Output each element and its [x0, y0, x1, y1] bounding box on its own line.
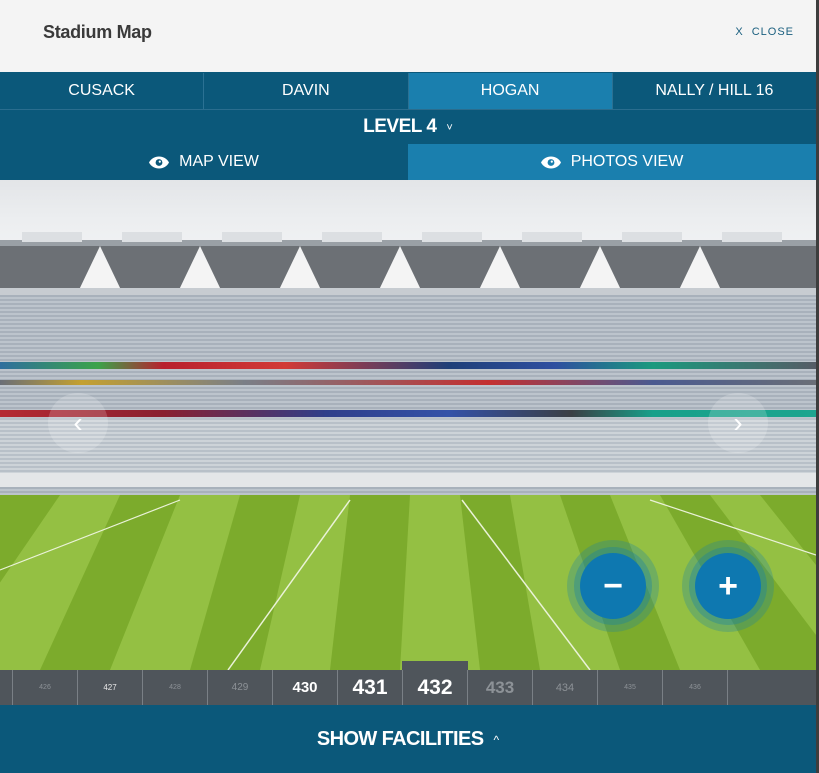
show-facilities-button[interactable]: SHOW FACILITIES ^ — [0, 705, 816, 773]
minus-icon: − — [580, 553, 646, 619]
tab-nally-hill-16[interactable]: NALLY / HILL 16 — [613, 73, 816, 109]
photos-view-label: PHOTOS VIEW — [570, 153, 684, 170]
section-430[interactable]: 430 — [273, 670, 338, 705]
level-label: LEVEL 4 — [363, 116, 437, 137]
section-427[interactable]: 427 — [78, 670, 143, 705]
section-428[interactable]: 428 — [143, 670, 208, 705]
section-432-selected[interactable]: 432 — [402, 661, 468, 705]
eye-icon — [149, 156, 170, 169]
level-dropdown[interactable]: LEVEL 4 ˅ — [0, 109, 816, 144]
section-431[interactable]: 431 — [338, 670, 403, 705]
section-426[interactable]: 426 — [13, 670, 78, 705]
close-icon: X — [735, 26, 744, 38]
show-facilities-label: SHOW FACILITIES — [316, 727, 484, 750]
ad-banner — [0, 410, 816, 417]
tab-cusack[interactable]: CUSACK — [0, 73, 205, 109]
tab-hogan[interactable]: HOGAN — [408, 73, 613, 109]
stand-tabs: CUSACK DAVIN HOGAN NALLY / HILL 16 — [0, 73, 816, 109]
chevron-down-icon: ˅ — [446, 122, 453, 134]
section-433[interactable]: 433 — [468, 670, 533, 705]
stadium-photo: ‹ › − + — [0, 180, 816, 670]
section-436[interactable]: 436 — [663, 670, 728, 705]
stadium-map-modal: Stadium Map X CLOSE CUSACK DAVIN HOGAN N… — [0, 0, 816, 773]
section-scroll-edge — [0, 670, 13, 705]
section-434[interactable]: 434 — [533, 670, 598, 705]
chevron-left-icon: ‹ — [73, 407, 83, 438]
modal-title: Stadium Map — [43, 22, 152, 42]
view-toggle: MAP VIEW PHOTOS VIEW — [0, 144, 816, 180]
photo-stands — [0, 295, 816, 495]
next-photo-button[interactable]: › — [708, 393, 768, 453]
zoom-in-button[interactable]: + — [682, 540, 774, 632]
photo-roof — [0, 232, 816, 298]
chevron-up-icon: ^ — [493, 733, 500, 747]
ad-banner — [0, 362, 816, 369]
section-selector: 426 427 428 429 430 431 432 433 434 435 … — [0, 661, 816, 705]
close-button[interactable]: X CLOSE — [735, 26, 794, 38]
modal-header: Stadium Map X CLOSE — [0, 0, 816, 73]
section-429[interactable]: 429 — [208, 670, 273, 705]
photos-view-button[interactable]: PHOTOS VIEW — [408, 144, 816, 180]
section-435[interactable]: 435 — [598, 670, 663, 705]
eye-icon — [540, 156, 561, 169]
zoom-out-button[interactable]: − — [567, 540, 659, 632]
chevron-right-icon: › — [733, 407, 743, 438]
ad-banner — [0, 380, 816, 385]
previous-photo-button[interactable]: ‹ — [48, 393, 108, 453]
tab-davin[interactable]: DAVIN — [204, 73, 409, 109]
map-view-button[interactable]: MAP VIEW — [0, 144, 408, 180]
map-view-label: MAP VIEW — [179, 153, 259, 170]
plus-icon: + — [695, 553, 761, 619]
close-label: CLOSE — [751, 26, 794, 38]
section-empty — [728, 670, 816, 705]
